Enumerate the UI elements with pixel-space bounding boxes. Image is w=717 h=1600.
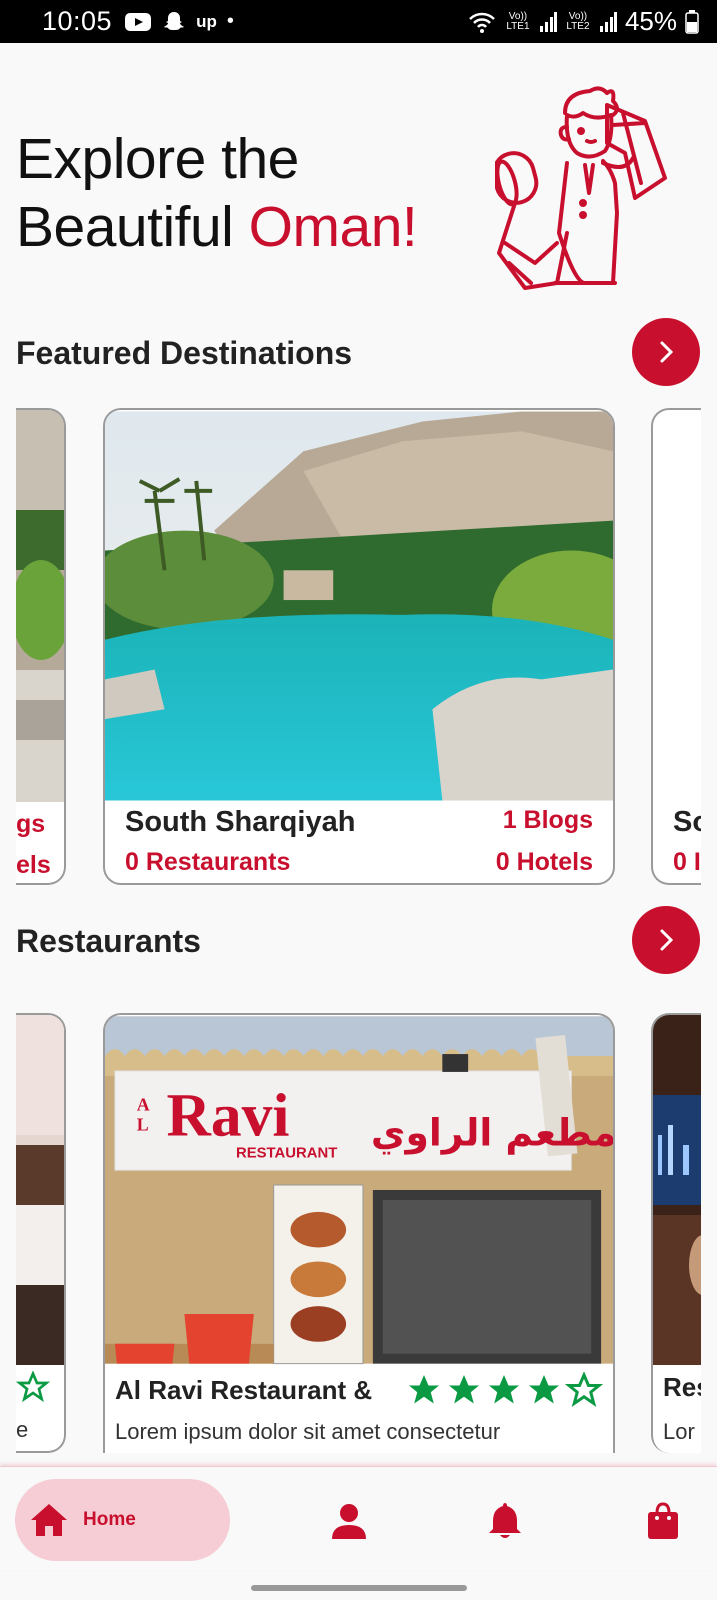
- peek-restaurant-desc-right: Lor: [663, 1419, 695, 1444]
- star-empty-icon: [565, 1372, 603, 1408]
- star-filled-icon: [529, 1375, 559, 1404]
- destination-name: South Sharqiyah: [125, 806, 356, 838]
- peek-blogs: gs: [16, 810, 46, 838]
- upwork-icon: up: [196, 11, 217, 31]
- nav-notifications-icon[interactable]: [485, 1501, 525, 1541]
- hero-line1: Explore the: [16, 127, 299, 191]
- peek-restaurant-name: Res: [663, 1372, 701, 1402]
- peek-restaurants: 0 I: [673, 848, 701, 876]
- notification-icons: up •: [124, 10, 234, 34]
- restaurant-meta-row: Al Ravi Restaurant &: [115, 1372, 603, 1408]
- sign-al-letters: A: [137, 1095, 150, 1115]
- featured-see-all-button[interactable]: [632, 318, 700, 386]
- featured-section-title: Featured Destinations: [16, 335, 353, 371]
- system-icons: Vo)) LTE1 Vo)) LTE2 45%: [467, 6, 699, 37]
- restaurant-card-peek-left[interactable]: e: [16, 1013, 66, 1453]
- restaurant-rating: [405, 1372, 603, 1408]
- app-screen: Explore the Beautiful Oman! Featured Des…: [0, 43, 717, 1600]
- restaurant-image: A L Ravi RESTAURANT مطعم الراوي: [105, 1016, 613, 1365]
- restaurants-section-title: Restaurants: [16, 923, 201, 959]
- destination-card-peek-left[interactable]: gs els: [16, 408, 66, 885]
- nav-home-label: Home: [83, 1509, 136, 1530]
- destination-meta-row1: South Sharqiyah 1 Blogs: [125, 806, 593, 839]
- hero-accent-word: Oman!: [248, 195, 418, 259]
- peek-hotels: els: [16, 851, 51, 879]
- restaurant-image: [16, 1015, 64, 1365]
- restaurant-description: Lorem ipsum dolor sit amet consectetur: [115, 1419, 501, 1444]
- destination-meta-row2: 0 Restaurants 0 Hotels: [125, 848, 593, 877]
- star-filled-icon: [409, 1375, 439, 1404]
- restaurant-name: Al Ravi Restaurant &: [115, 1374, 373, 1405]
- chevron-right-icon: [660, 341, 674, 363]
- sim1-label: Vo)) LTE1: [506, 10, 530, 32]
- restaurant-image: [653, 1015, 701, 1365]
- hero-line2-prefix: Beautiful: [16, 195, 249, 259]
- destination-image: [16, 410, 64, 802]
- status-bar: 10:05 up • Vo)) LTE1 Vo)) LTE2 45%: [0, 0, 717, 43]
- youtube-icon: [125, 12, 152, 31]
- status-time: 10:05: [42, 6, 113, 36]
- star-filled-icon: [449, 1375, 479, 1404]
- signal-icon: [539, 11, 557, 32]
- sign-arabic-text: مطعم الراوي: [371, 1110, 613, 1154]
- destination-image: [105, 411, 613, 801]
- nav-profile-icon[interactable]: [329, 1501, 369, 1541]
- home-icon: [31, 1504, 67, 1536]
- nav-home-button[interactable]: Home: [15, 1479, 230, 1561]
- destination-card-peek-right[interactable]: So 0 I: [651, 408, 701, 885]
- restaurant-card[interactable]: A L Ravi RESTAURANT مطعم الراوي Al Ravi …: [103, 1013, 615, 1453]
- sign-ravi-text: Ravi: [167, 1081, 290, 1149]
- gesture-bar[interactable]: [251, 1585, 467, 1591]
- destination-blogs-count: 1 Blogs: [502, 806, 593, 834]
- restaurant-card-peek-right[interactable]: Res Lor: [651, 1013, 701, 1453]
- star-filled-icon: [489, 1375, 519, 1404]
- more-notifications-dot: •: [226, 10, 234, 32]
- peek-restaurant-desc: e: [16, 1417, 29, 1442]
- peek-destination-name: So: [673, 806, 701, 838]
- sim2-label: Vo)) LTE2: [566, 10, 590, 32]
- sign-restaurant-text: RESTAURANT: [236, 1145, 337, 1161]
- nav-shopping-bag-icon[interactable]: [643, 1501, 683, 1541]
- battery-percent: 45%: [624, 6, 677, 36]
- wifi-icon: [469, 12, 495, 33]
- backpacker-illustration: [495, 86, 667, 290]
- destination-card[interactable]: South Sharqiyah 1 Blogs 0 Restaurants 0 …: [103, 408, 615, 885]
- star-empty-icon: [16, 1371, 50, 1403]
- restaurants-see-all-button[interactable]: [632, 906, 700, 974]
- sign-al-letters-2: L: [137, 1114, 149, 1134]
- destination-hotels-count: 0 Hotels: [495, 848, 593, 876]
- bottom-navigation: Home: [0, 1466, 717, 1570]
- hero-heading: Explore the Beautiful Oman!: [16, 125, 418, 261]
- battery-icon: [685, 9, 699, 34]
- destination-restaurants-count: 0 Restaurants: [125, 848, 291, 876]
- chevron-right-icon: [660, 929, 674, 951]
- snapchat-icon: [164, 11, 185, 30]
- signal-icon: [599, 11, 617, 32]
